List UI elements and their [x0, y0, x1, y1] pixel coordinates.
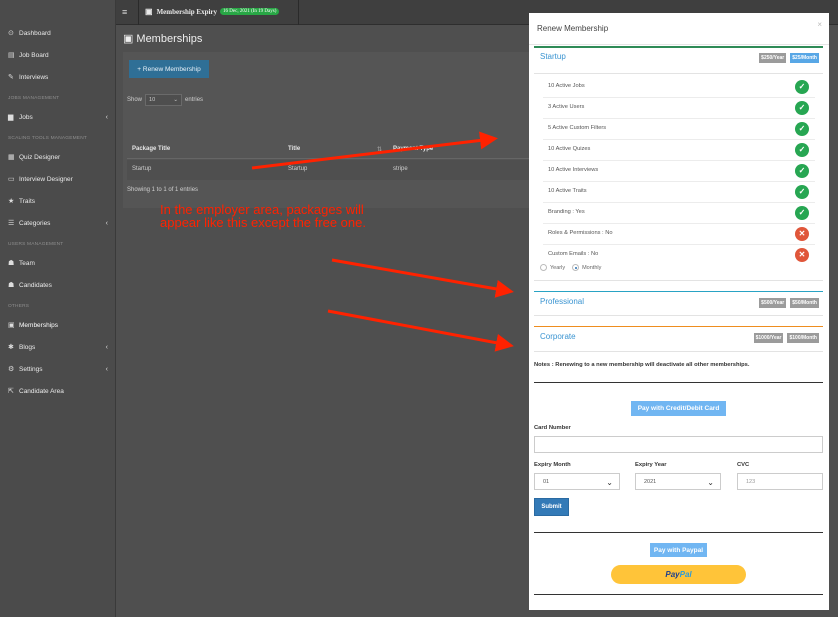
package-name: Professional	[540, 297, 585, 306]
divider	[534, 73, 823, 74]
renew-membership-modal: Renew Membership × Startup $250/Year $25…	[529, 13, 829, 610]
expiry-month-label: Expiry Month	[534, 462, 571, 468]
feature-row: Custom Emails : No ✕	[543, 245, 815, 266]
cross-icon: ✕	[795, 248, 809, 262]
expiry-month-value: 01	[543, 478, 550, 485]
paypal-checkout-button[interactable]: Pay Pal	[611, 565, 746, 584]
submit-button[interactable]: Submit	[534, 498, 569, 516]
package-accent-bar	[534, 326, 823, 327]
package-accent-bar	[534, 291, 823, 292]
feature-label: 3 Active Users	[548, 104, 585, 110]
cross-icon: ✕	[795, 227, 809, 241]
chevron-down-icon: ⌄	[606, 478, 613, 487]
feature-row: 5 Active Custom Filters ✓	[543, 119, 815, 140]
expiry-year-label: Expiry Year	[635, 462, 667, 468]
check-icon: ✓	[795, 80, 809, 94]
feature-label: 10 Active Interviews	[548, 167, 599, 173]
package-name: Corporate	[540, 332, 576, 341]
check-icon: ✓	[795, 101, 809, 115]
yearly-radio[interactable]	[540, 264, 547, 271]
check-icon: ✓	[795, 122, 809, 136]
feature-label: Custom Emails : No	[548, 251, 599, 257]
feature-row: Branding : Yes ✓	[543, 203, 815, 224]
divider	[534, 382, 823, 383]
arrow-to-professional	[331, 258, 514, 298]
package-professional[interactable]: Professional $500/Year $50/Month	[534, 291, 823, 313]
feature-row: 10 Active Quizes ✓	[543, 140, 815, 161]
paypal-logo-pal: Pal	[679, 570, 692, 579]
feature-label: Branding : Yes	[548, 209, 585, 215]
expiry-year-value: 2021	[644, 478, 657, 485]
package-startup[interactable]: Startup $250/Year $25/Month	[534, 46, 823, 68]
monthly-price-badge[interactable]: $50/Month	[790, 298, 819, 308]
check-icon: ✓	[795, 206, 809, 220]
expiry-year-select[interactable]: 2021 ⌄	[635, 473, 721, 490]
check-icon: ✓	[795, 164, 809, 178]
package-corporate[interactable]: Corporate $1000/Year $100/Month	[534, 326, 823, 348]
divider	[534, 280, 823, 281]
monthly-price-badge[interactable]: $100/Month	[787, 333, 819, 343]
package-name: Startup	[540, 52, 566, 61]
paypal-logo-pay: Pay	[665, 570, 680, 579]
feature-label: 10 Active Quizes	[548, 146, 591, 152]
divider	[529, 44, 829, 45]
cvc-label: CVC	[737, 462, 750, 468]
divider	[534, 532, 823, 533]
feature-row: 3 Active Users ✓	[543, 98, 815, 119]
card-number-label: Card Number	[534, 425, 571, 431]
divider	[534, 351, 823, 352]
billing-cycle: Yearly Monthly	[540, 264, 601, 271]
feature-label: Roles & Permissions : No	[548, 230, 613, 236]
check-icon: ✓	[795, 185, 809, 199]
yearly-price-badge[interactable]: $1000/Year	[753, 333, 784, 343]
monthly-label: Monthly	[582, 264, 602, 271]
close-icon[interactable]: ×	[817, 20, 822, 29]
cvc-input[interactable]: 123	[737, 473, 823, 490]
expiry-month-select[interactable]: 01 ⌄	[534, 473, 620, 490]
yearly-price-badge[interactable]: $250/Year	[759, 53, 787, 63]
feature-row: 10 Active Jobs ✓	[543, 77, 815, 98]
yearly-price-badge[interactable]: $500/Year	[759, 298, 787, 308]
modal-title: Renew Membership	[537, 24, 609, 33]
feature-label: 10 Active Jobs	[548, 83, 585, 89]
feature-row: 10 Active Interviews ✓	[543, 161, 815, 182]
feature-label: 5 Active Custom Filters	[548, 125, 607, 131]
pay-with-card-button[interactable]: Pay with Credit/Debit Card	[631, 401, 726, 416]
feature-label: 10 Active Traits	[548, 188, 587, 194]
feature-row: Roles & Permissions : No ✕	[543, 224, 815, 245]
package-accent-bar	[534, 46, 823, 48]
arrow-to-startup	[251, 131, 498, 170]
monthly-price-badge[interactable]: $25/Month	[790, 53, 819, 63]
pay-with-paypal-button[interactable]: Pay with Paypal	[650, 543, 707, 557]
arrow-to-corporate	[327, 309, 514, 352]
monthly-radio[interactable]	[572, 264, 580, 271]
check-icon: ✓	[795, 143, 809, 157]
chevron-down-icon: ⌄	[707, 478, 714, 487]
notes-text: Notes : Renewing to a new membership wil…	[534, 362, 750, 368]
divider	[534, 594, 823, 595]
divider	[534, 315, 823, 316]
yearly-label: Yearly	[550, 264, 566, 271]
card-number-input[interactable]	[534, 436, 823, 453]
feature-row: 10 Active Traits ✓	[543, 182, 815, 203]
